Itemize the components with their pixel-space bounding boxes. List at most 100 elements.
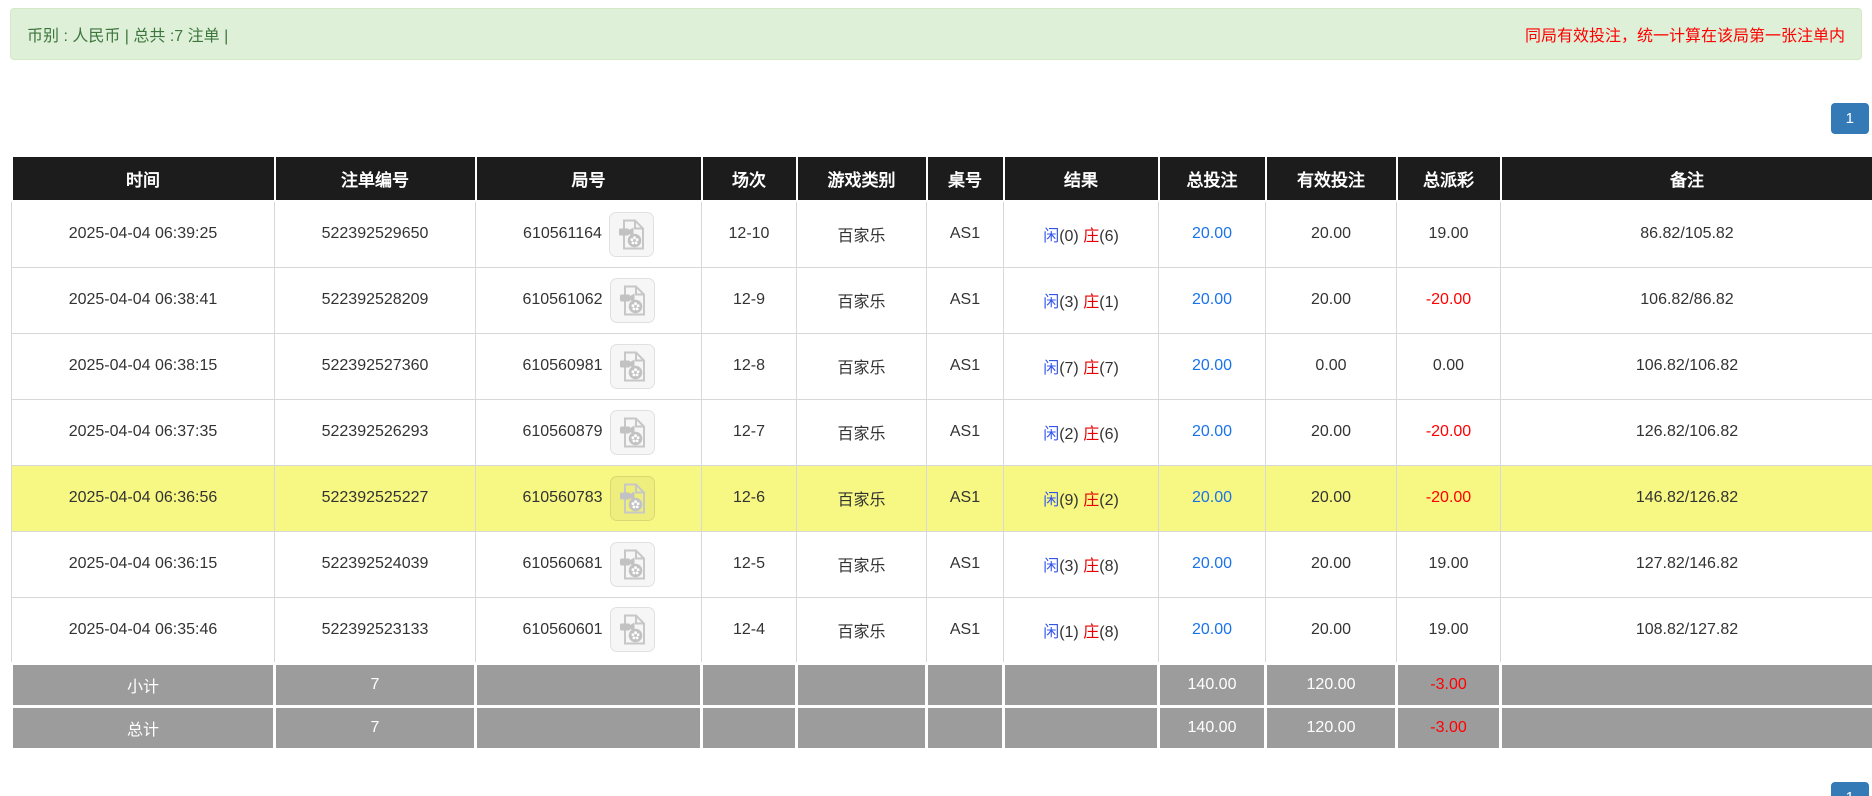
cell-table-no: AS1 [926, 464, 1004, 532]
video-replay-button[interactable] [609, 277, 655, 323]
col-result: 结果 [1002, 155, 1160, 202]
video-replay-button[interactable] [609, 475, 655, 521]
round-number-text: 610560879 [522, 423, 603, 440]
total-bet-link[interactable]: 20.00 [1192, 423, 1232, 440]
table-row: 2025-04-04 06:36:56 522392525227 6105607… [11, 464, 1872, 532]
cell-bet-no: 522392526293 [274, 398, 476, 466]
cell-session: 12-5 [701, 530, 797, 598]
subtotal-total-bet: 140.00 [1157, 661, 1267, 708]
player-result-score: (3) [1059, 294, 1079, 311]
table-row: 2025-04-04 06:36:15 522392524039 6105606… [11, 530, 1872, 598]
cell-remark: 106.82/106.82 [1500, 332, 1872, 400]
cell-game-type: 百家乐 [796, 266, 927, 334]
banker-result-score: (1) [1099, 294, 1119, 311]
player-result-score: (3) [1059, 558, 1079, 575]
pagination-page-button-bottom[interactable]: 1 [1830, 781, 1869, 796]
player-result-score: (1) [1059, 623, 1079, 641]
player-result-label: 闲 [1043, 558, 1060, 575]
cell-payout: 19.00 [1396, 530, 1501, 598]
cell-valid-bet: 20.00 [1265, 398, 1397, 466]
player-result-score: (7) [1059, 360, 1079, 377]
cell-time: 2025-04-04 06:36:56 [11, 464, 275, 532]
cell-valid-bet: 20.00 [1265, 596, 1397, 664]
table-row: 2025-04-04 06:39:25 522392529650 6105611… [11, 200, 1872, 268]
cell-bet-no: 522392525227 [274, 464, 476, 532]
cell-valid-bet: 20.00 [1265, 530, 1397, 598]
cell-round-no: 610560783 [475, 464, 702, 532]
cell-session: 12-6 [701, 464, 797, 532]
banker-result-label: 庄 [1083, 623, 1100, 641]
cell-time: 2025-04-04 06:38:15 [11, 332, 275, 400]
cell-time: 2025-04-04 06:35:46 [11, 596, 275, 664]
cell-payout: 0.00 [1396, 332, 1501, 400]
total-bet-link[interactable]: 20.00 [1192, 357, 1232, 374]
video-replay-button[interactable] [609, 343, 655, 389]
cell-valid-bet: 0.00 [1265, 332, 1397, 400]
cell-session: 12-4 [701, 596, 797, 664]
pagination-bottom: 1 [0, 781, 1869, 796]
total-bet-link[interactable]: 20.00 [1192, 555, 1232, 572]
col-total-bet: 总投注 [1157, 155, 1267, 202]
cell-round-no: 610561164 [475, 200, 702, 268]
round-number-text: 610560681 [522, 555, 603, 572]
video-replay-button[interactable] [609, 409, 655, 455]
video-replay-button[interactable] [609, 607, 655, 652]
cell-round-no: 610560879 [475, 398, 702, 466]
col-table-no: 桌号 [925, 155, 1005, 202]
player-result-score: (2) [1059, 426, 1079, 443]
cell-total-bet: 20.00 [1158, 266, 1266, 334]
cell-game-type: 百家乐 [796, 398, 927, 466]
cell-result: 闲(3) 庄(1) [1003, 266, 1159, 334]
cell-payout: -20.00 [1396, 266, 1501, 334]
player-result-label: 闲 [1043, 360, 1060, 377]
col-round-no: 局号 [474, 155, 703, 202]
cell-total-bet: 20.00 [1158, 398, 1266, 466]
cell-total-bet: 20.00 [1158, 596, 1266, 664]
banker-result-label: 庄 [1083, 294, 1100, 311]
banker-result-score: (8) [1099, 558, 1119, 575]
banker-result-label: 庄 [1083, 492, 1100, 509]
col-session: 场次 [700, 155, 798, 202]
col-bet-no: 注单编号 [273, 155, 477, 202]
cell-bet-no: 522392528209 [274, 266, 476, 334]
cell-valid-bet: 20.00 [1265, 266, 1397, 334]
cell-bet-no: 522392527360 [274, 332, 476, 400]
total-bet-link[interactable]: 20.00 [1192, 621, 1232, 638]
banker-result-label: 庄 [1083, 360, 1100, 377]
cell-bet-no: 522392524039 [274, 530, 476, 598]
cell-result: 闲(2) 庄(6) [1003, 398, 1159, 466]
pagination-page-button[interactable]: 1 [1830, 103, 1869, 134]
cell-remark: 108.82/127.82 [1500, 596, 1872, 664]
total-bet-link[interactable]: 20.00 [1192, 225, 1232, 242]
total-payout: -3.00 [1395, 704, 1502, 751]
cell-table-no: AS1 [926, 398, 1004, 466]
table-header: 时间 注单编号 局号 场次 游戏类别 桌号 结果 总投注 有效投注 总派彩 备注 [10, 155, 1872, 202]
total-bet-link[interactable]: 20.00 [1192, 291, 1232, 308]
cell-total-bet: 20.00 [1158, 200, 1266, 268]
cell-time: 2025-04-04 06:37:35 [11, 398, 275, 466]
cell-game-type: 百家乐 [796, 464, 927, 532]
cell-remark: 146.82/126.82 [1500, 464, 1872, 532]
cell-round-no: 610560681 [475, 530, 702, 598]
banker-result-score: (7) [1099, 360, 1119, 377]
subtotal-payout: -3.00 [1395, 661, 1502, 708]
cell-result: 闲(9) 庄(2) [1003, 464, 1159, 532]
col-remark: 备注 [1499, 155, 1872, 202]
cell-time: 2025-04-04 06:36:15 [11, 530, 275, 598]
cell-table-no: AS1 [926, 530, 1004, 598]
total-valid-bet: 120.00 [1264, 704, 1398, 751]
round-number-text: 610561062 [522, 291, 603, 308]
col-game-type: 游戏类别 [795, 155, 928, 202]
video-replay-button[interactable] [609, 541, 655, 587]
cell-round-no: 610560981 [475, 332, 702, 400]
total-bet-link[interactable]: 20.00 [1192, 489, 1232, 506]
cell-time: 2025-04-04 06:39:25 [11, 200, 275, 268]
cell-game-type: 百家乐 [796, 530, 927, 598]
round-number-text: 610560601 [522, 620, 603, 638]
cell-session: 12-8 [701, 332, 797, 400]
pagination-top: 1 [0, 103, 1869, 134]
banker-result-score: (2) [1099, 492, 1119, 509]
video-replay-button[interactable] [608, 211, 654, 257]
player-result-label: 闲 [1043, 426, 1060, 443]
video-file-icon [619, 285, 645, 315]
